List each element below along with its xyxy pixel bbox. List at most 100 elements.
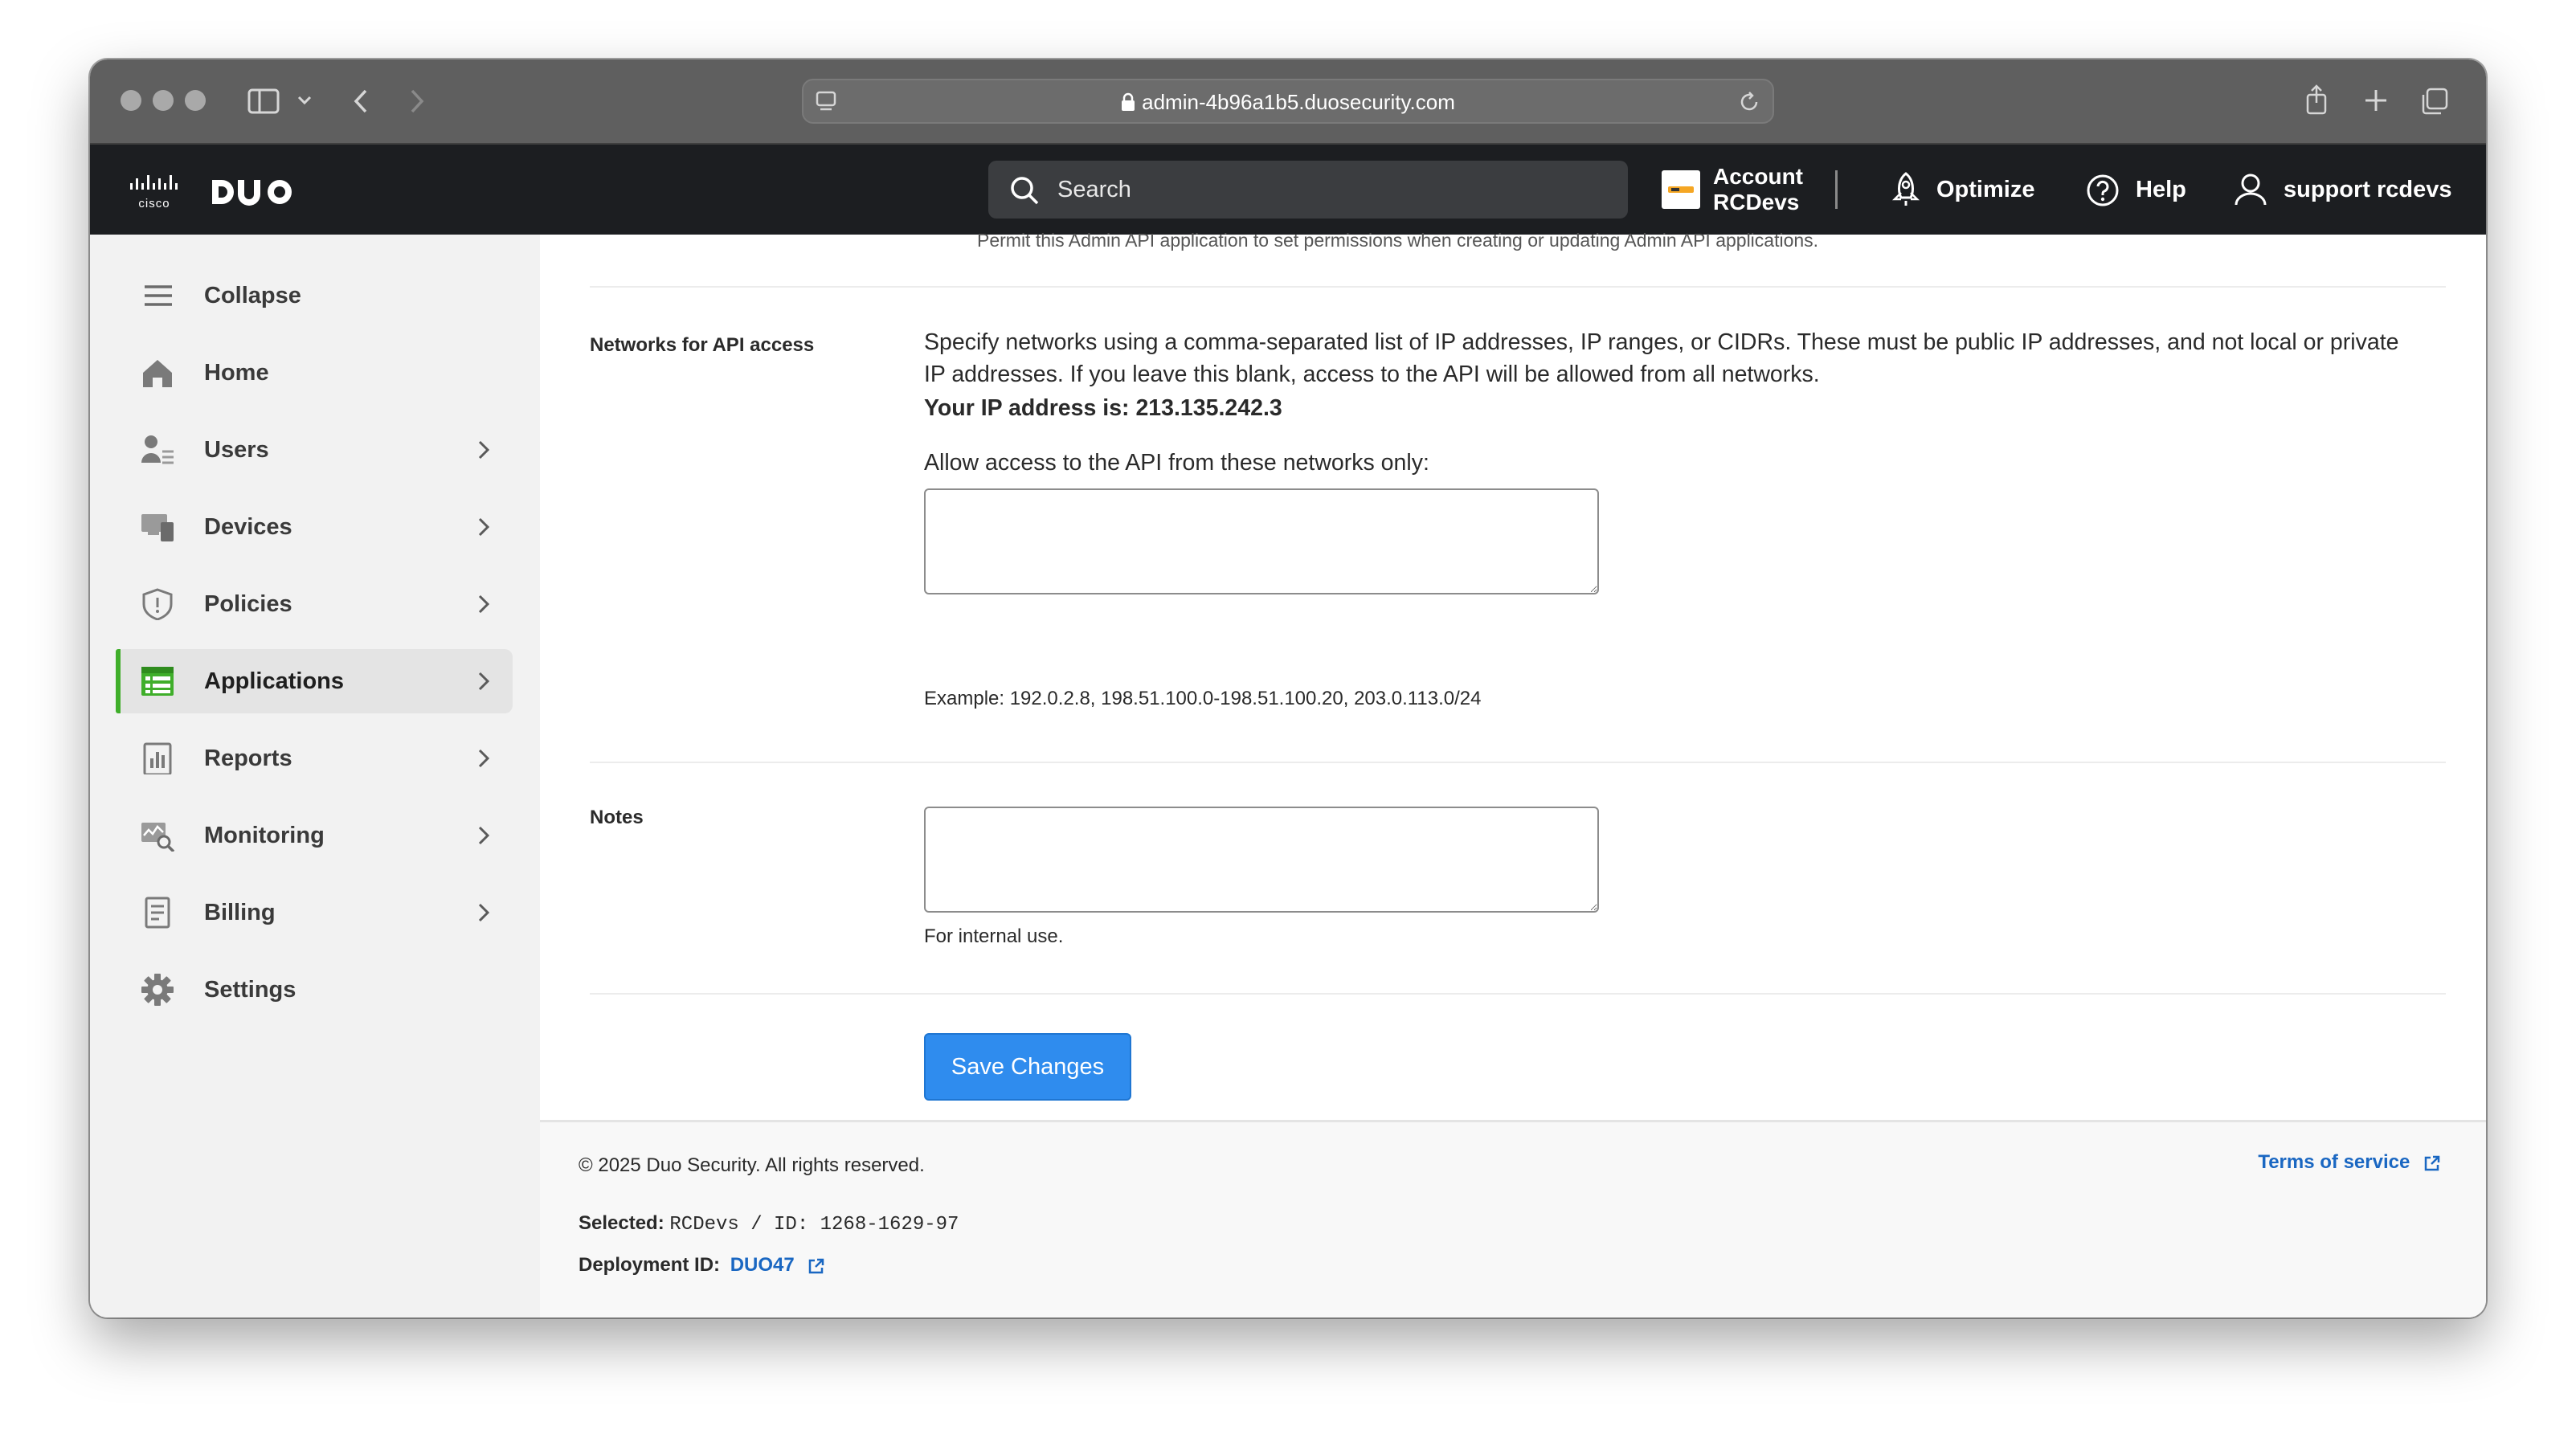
new-tab-icon[interactable] — [2364, 88, 2388, 112]
user-icon — [2235, 174, 2267, 206]
browser-toolbar: admin-4b96a1b5.duosecurity.com — [90, 59, 2486, 145]
sidebar-item-label: Users — [204, 437, 269, 463]
cisco-logo: cisco — [129, 175, 180, 210]
chevron-right-icon — [478, 440, 490, 460]
sidebar-item-label: Reports — [204, 746, 292, 771]
deployment-id-link[interactable]: DUO47 — [730, 1254, 826, 1276]
share-icon[interactable] — [2304, 84, 2329, 116]
sidebar-item-settings[interactable]: Settings — [116, 958, 513, 1022]
notes-field-label: Notes — [590, 807, 644, 828]
zoom-window-button[interactable] — [185, 90, 206, 111]
devices-icon — [141, 514, 174, 541]
chevron-right-icon — [478, 517, 490, 537]
browser-window: admin-4b96a1b5.duosecurity.com cisco Sea… — [90, 59, 2486, 1317]
deployment-label: Deployment ID: — [579, 1254, 721, 1276]
sidebar-collapse-button[interactable]: Collapse — [116, 263, 513, 328]
tab-overview-icon[interactable] — [2420, 87, 2449, 116]
sidebar-toggle-icon[interactable] — [247, 88, 280, 114]
sidebar-item-policies[interactable]: Policies — [116, 572, 513, 636]
networks-example-text: Example: 192.0.2.8, 198.51.100.0-198.51.… — [924, 688, 1482, 709]
permissions-description: Permit this Admin API application to set… — [977, 230, 1819, 251]
networks-field-label: Networks for API access — [590, 334, 815, 356]
section-divider — [590, 286, 2446, 288]
sidebar-item-label: Policies — [204, 591, 292, 617]
selected-value: RCDevs / ID: 1268-1629-97 — [669, 1214, 959, 1236]
home-icon — [143, 360, 172, 387]
chevron-right-icon — [478, 903, 490, 922]
search-bar[interactable]: Search — [988, 161, 1628, 219]
help-button[interactable]: Help — [2086, 167, 2190, 212]
external-link-icon — [2424, 1155, 2440, 1170]
applications-icon — [141, 667, 174, 696]
notes-textarea[interactable] — [924, 807, 1599, 913]
close-window-button[interactable] — [121, 90, 141, 111]
chevron-down-icon[interactable] — [297, 95, 312, 106]
sidebar-item-label: Applications — [204, 668, 345, 694]
minimize-window-button[interactable] — [153, 90, 174, 111]
forward-icon[interactable] — [408, 88, 426, 114]
selected-label: Selected: — [579, 1212, 664, 1234]
sidebar-item-label: Collapse — [204, 283, 301, 308]
users-icon — [141, 435, 174, 464]
address-bar[interactable]: admin-4b96a1b5.duosecurity.com — [802, 79, 1774, 124]
rocket-icon — [1891, 172, 1920, 206]
chevron-right-icon — [478, 749, 490, 768]
sidebar-item-home[interactable]: Home — [116, 341, 513, 405]
url-label: admin-4b96a1b5.duosecurity.com — [1142, 90, 1455, 114]
sidebar-item-label: Settings — [204, 977, 296, 1003]
rcdevs-logo-icon — [1668, 186, 1694, 193]
help-label: Help — [2136, 177, 2186, 202]
app-header: cisco Search Account RCDevs Optimize Hel… — [90, 145, 2486, 235]
optimize-button[interactable]: Optimize — [1890, 167, 2051, 212]
cisco-wordmark: cisco — [138, 197, 170, 210]
sidebar-item-devices[interactable]: Devices — [116, 495, 513, 559]
account-name: RCDevs — [1713, 190, 1800, 214]
sidebar-item-label: Home — [204, 360, 269, 386]
chevron-right-icon — [478, 672, 490, 691]
user-menu[interactable]: support rcdevs — [2234, 167, 2467, 212]
duo-logo — [212, 180, 292, 206]
account-switcher[interactable]: Account RCDevs — [1662, 157, 1806, 222]
allow-networks-label: Allow access to the API from these netwo… — [924, 450, 1429, 476]
allowed-networks-textarea[interactable] — [924, 488, 1599, 594]
billing-icon — [145, 897, 170, 929]
reload-icon[interactable] — [1737, 90, 1761, 114]
monitoring-icon — [141, 823, 175, 852]
search-icon — [1011, 177, 1039, 205]
sidebar-item-monitoring[interactable]: Monitoring — [116, 803, 513, 868]
optimize-label: Optimize — [1936, 177, 2035, 202]
cisco-bars-icon — [130, 175, 178, 190]
sidebar-item-billing[interactable]: Billing — [116, 880, 513, 945]
sidebar-item-label: Devices — [204, 514, 292, 540]
selected-account-info: Selected: RCDevs / ID: 1268-1629-97 — [579, 1212, 959, 1236]
deployment-id-value: DUO47 — [730, 1254, 795, 1276]
search-placeholder: Search — [1057, 177, 1131, 202]
ip-address-text: Your IP address is: 213.135.242.3 — [924, 395, 1282, 421]
page-footer: © 2025 Duo Security. All rights reserved… — [540, 1120, 2486, 1317]
sidebar-item-applications[interactable]: Applications — [116, 649, 513, 713]
copyright-text: © 2025 Duo Security. All rights reserved… — [579, 1154, 925, 1176]
terms-of-service-link[interactable]: Terms of service — [2258, 1151, 2441, 1174]
reports-icon — [143, 742, 172, 774]
menu-icon — [145, 285, 172, 306]
back-icon[interactable] — [352, 88, 370, 114]
sidebar-item-label: Monitoring — [204, 823, 325, 848]
lock-icon — [1122, 92, 1135, 111]
deployment-id-info: Deployment ID: DUO47 — [579, 1254, 825, 1277]
section-divider — [590, 993, 2446, 995]
sidebar-nav: Collapse Home Users Devices Policies App… — [90, 235, 540, 1317]
terms-link-label: Terms of service — [2258, 1151, 2410, 1173]
account-label: Account — [1713, 164, 1803, 189]
networks-description: Specify networks using a comma-separated… — [924, 329, 2399, 387]
user-name: support rcdevs — [2284, 177, 2452, 202]
gear-icon — [141, 974, 174, 1006]
sidebar-item-users[interactable]: Users — [116, 418, 513, 482]
chevron-right-icon — [478, 594, 490, 614]
sidebar-item-reports[interactable]: Reports — [116, 726, 513, 790]
external-link-icon — [809, 1258, 824, 1273]
chevron-right-icon — [478, 826, 490, 845]
header-divider — [1835, 170, 1838, 209]
shield-icon — [142, 588, 173, 620]
section-divider — [590, 762, 2446, 763]
save-changes-button[interactable]: Save Changes — [924, 1033, 1131, 1101]
